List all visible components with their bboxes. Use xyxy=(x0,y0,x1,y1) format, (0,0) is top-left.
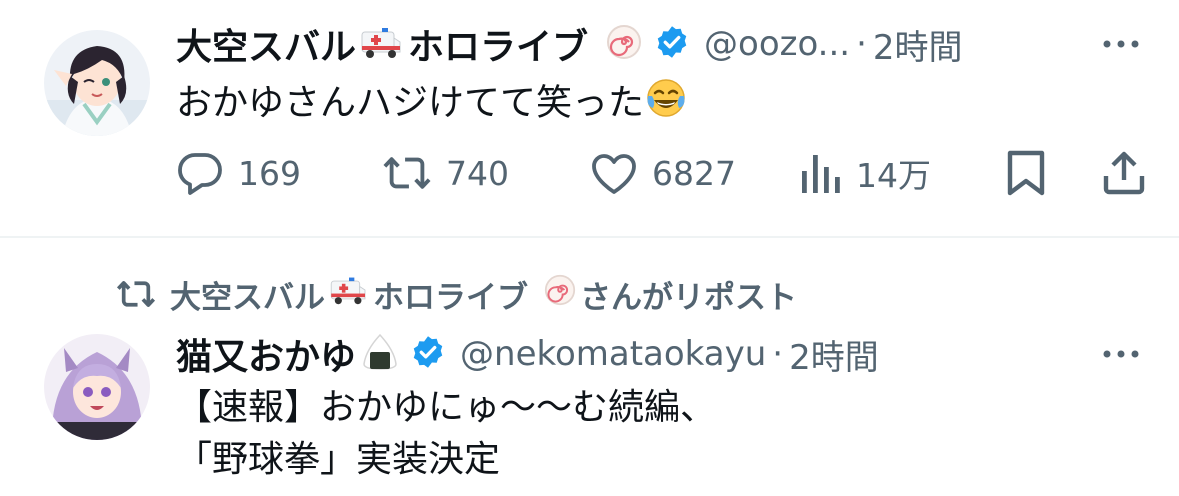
more-options-icon[interactable] xyxy=(1099,34,1143,54)
separator-dot: · xyxy=(856,24,867,64)
tweet[interactable]: 大空スバル ホロライブ さんがリポスト 猫又おかゆ @nekomataokayu… xyxy=(0,238,1179,496)
reply-button[interactable]: 169 xyxy=(176,148,301,198)
view-count: 14万 xyxy=(856,156,931,195)
naruto-fishcake-icon xyxy=(606,24,642,64)
display-name-suffix[interactable]: ホロライブ xyxy=(408,18,588,70)
share-button[interactable] xyxy=(1102,148,1146,198)
tweet-header: 大空スバル ホロライブ @oozo... · 2時間 xyxy=(176,20,1179,68)
handle[interactable]: @nekomataokayu xyxy=(460,334,766,374)
repost-button[interactable]: 740 xyxy=(382,148,509,198)
ambulance-emoji-icon xyxy=(329,274,369,314)
tweet[interactable]: 大空スバル ホロライブ @oozo... · 2時間 おかゆさんハジけてて笑った… xyxy=(0,0,1179,236)
views-chart-icon xyxy=(802,155,840,193)
verified-badge-icon[interactable] xyxy=(410,334,446,374)
views-button[interactable]: 14万 xyxy=(800,148,931,198)
tweet-text-line-1: 【速報】おかゆにゅ〜〜む続編、 xyxy=(176,387,717,428)
tweet-text-line-2: 「野球拳」実装決定 xyxy=(176,439,501,480)
display-name[interactable]: 猫又おかゆ xyxy=(176,328,356,380)
bookmark-button[interactable] xyxy=(1006,148,1046,198)
like-button[interactable]: 6827 xyxy=(590,148,736,198)
ambulance-emoji-icon xyxy=(360,24,404,64)
verified-badge-icon[interactable] xyxy=(654,24,690,64)
reposter-name: 大空スバル xyxy=(170,279,325,316)
naruto-fishcake-icon xyxy=(544,274,576,314)
separator-dot: · xyxy=(772,334,784,374)
rice-ball-icon xyxy=(360,332,400,376)
timestamp[interactable]: 2時間 xyxy=(789,330,879,379)
avatar[interactable] xyxy=(44,30,150,136)
heart-icon xyxy=(592,154,636,194)
reposter-name-suffix: ホロライブ xyxy=(373,279,528,316)
reply-count: 169 xyxy=(238,153,301,193)
more-options-icon[interactable] xyxy=(1099,344,1143,364)
repost-count: 740 xyxy=(446,153,509,193)
timestamp[interactable]: 2時間 xyxy=(873,20,963,69)
tweet-header: 猫又おかゆ @nekomataokayu · 2時間 xyxy=(176,330,1179,378)
share-icon xyxy=(1103,151,1145,195)
repost-context[interactable]: 大空スバル ホロライブ さんがリポスト xyxy=(116,272,797,316)
repost-icon xyxy=(383,157,431,189)
action-bar: 169 740 6827 14万 xyxy=(176,148,1149,198)
repost-icon xyxy=(116,281,156,307)
like-count: 6827 xyxy=(652,153,736,193)
display-name[interactable]: 大空スバル xyxy=(176,18,356,70)
avatar[interactable] xyxy=(44,334,150,440)
reply-icon xyxy=(178,153,222,195)
tears-of-joy-emoji-icon xyxy=(644,76,688,133)
bookmark-icon xyxy=(1007,150,1045,196)
repost-label: さんがリポスト xyxy=(580,279,797,316)
handle[interactable]: @oozo... xyxy=(704,24,850,64)
tweet-text-content: おかゆさんハジけてて笑った xyxy=(176,82,645,124)
tweet-text: おかゆさんハジけてて笑った xyxy=(176,76,692,133)
